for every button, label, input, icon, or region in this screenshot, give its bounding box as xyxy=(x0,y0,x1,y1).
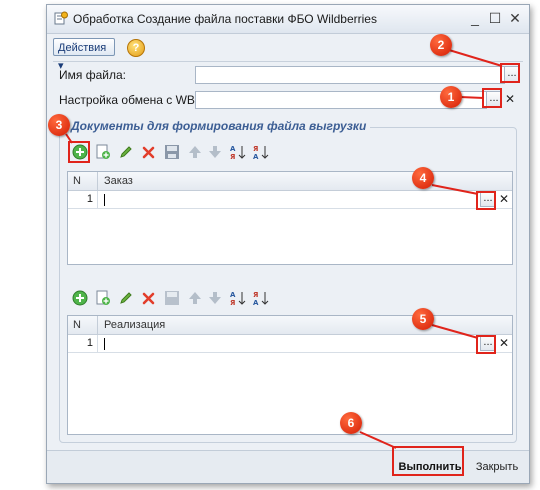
callout-1: 1 xyxy=(440,86,462,108)
sort-asc-icon[interactable]: A Я xyxy=(230,290,246,306)
table-row[interactable]: 1 ... ✕ xyxy=(68,191,512,209)
wb-settings-label: Настройка обмена с WB: xyxy=(59,93,199,107)
orders-table-header: N Заказ xyxy=(68,172,512,191)
divider xyxy=(53,61,523,62)
text-cursor xyxy=(104,338,105,350)
sale-clear-button[interactable]: ✕ xyxy=(498,335,510,351)
row-number: 1 xyxy=(68,335,98,352)
filename-input[interactable] xyxy=(195,66,505,84)
svg-text:Я: Я xyxy=(253,291,258,299)
callout-5: 5 xyxy=(412,308,434,330)
highlight-filename-choose xyxy=(500,63,520,83)
row-number: 1 xyxy=(68,191,98,208)
text-cursor xyxy=(104,194,105,206)
sort-asc-icon[interactable]: A Я xyxy=(230,144,246,160)
filename-label: Имя файла: xyxy=(59,68,126,82)
svg-text:A: A xyxy=(253,299,259,306)
order-clear-button[interactable]: ✕ xyxy=(498,191,510,207)
delete-icon[interactable] xyxy=(141,144,157,160)
wb-settings-clear-button[interactable]: ✕ xyxy=(504,91,516,107)
svg-text:Я: Я xyxy=(230,299,235,306)
close-window-button[interactable]: ✕ xyxy=(507,10,523,26)
edit-icon[interactable] xyxy=(118,290,134,306)
move-up-icon[interactable] xyxy=(187,290,203,306)
svg-text:A: A xyxy=(253,153,259,160)
sales-table-header: N Реализация xyxy=(68,316,512,335)
add-icon[interactable] xyxy=(72,290,88,306)
processing-icon xyxy=(54,11,68,25)
sort-desc-icon[interactable]: Я A xyxy=(253,290,269,306)
svg-text:A: A xyxy=(230,145,236,153)
svg-text:Я: Я xyxy=(230,153,235,160)
highlight-run xyxy=(392,446,464,476)
save-icon[interactable] xyxy=(164,290,180,306)
move-up-icon[interactable] xyxy=(187,144,203,160)
move-down-icon[interactable] xyxy=(207,290,223,306)
column-n-header[interactable]: N xyxy=(68,172,98,190)
sales-table: N Реализация 1 ... ✕ xyxy=(67,315,513,435)
documents-group-title: Документы для формирования файла выгрузк… xyxy=(67,119,371,133)
highlight-add xyxy=(68,141,90,163)
column-n-header[interactable]: N xyxy=(68,316,98,334)
actions-menu-button[interactable]: Действия ▾ xyxy=(53,38,115,72)
callout-4: 4 xyxy=(412,167,434,189)
column-order-header[interactable]: Заказ xyxy=(104,172,133,190)
svg-text:Я: Я xyxy=(253,145,258,153)
highlight-wb-choose xyxy=(482,88,502,108)
help-icon[interactable]: ? xyxy=(127,39,145,57)
minimize-button[interactable]: _ xyxy=(467,10,483,26)
orders-table: N Заказ 1 ... ✕ xyxy=(67,171,513,265)
dialog-window: Обработка Создание файла поставки ФБО Wi… xyxy=(46,4,530,484)
callout-2: 2 xyxy=(430,34,452,56)
highlight-order-choose xyxy=(476,191,496,210)
copy-icon[interactable] xyxy=(95,290,111,306)
copy-icon[interactable] xyxy=(95,144,111,160)
title-bar: Обработка Создание файла поставки ФБО Wi… xyxy=(47,5,529,34)
svg-text:A: A xyxy=(230,291,236,299)
maximize-button[interactable]: ☐ xyxy=(487,10,503,26)
sort-desc-icon[interactable]: Я A xyxy=(253,144,269,160)
move-down-icon[interactable] xyxy=(207,144,223,160)
delete-icon[interactable] xyxy=(141,290,157,306)
edit-icon[interactable] xyxy=(118,144,134,160)
highlight-sale-choose xyxy=(476,335,496,354)
save-icon[interactable] xyxy=(164,144,180,160)
table-row[interactable]: 1 ... ✕ xyxy=(68,335,512,353)
close-button[interactable]: Закрыть xyxy=(471,456,523,478)
callout-3: 3 xyxy=(48,114,70,136)
window-title: Обработка Создание файла поставки ФБО Wi… xyxy=(73,12,377,26)
callout-6: 6 xyxy=(340,412,362,434)
column-sale-header[interactable]: Реализация xyxy=(104,316,165,334)
